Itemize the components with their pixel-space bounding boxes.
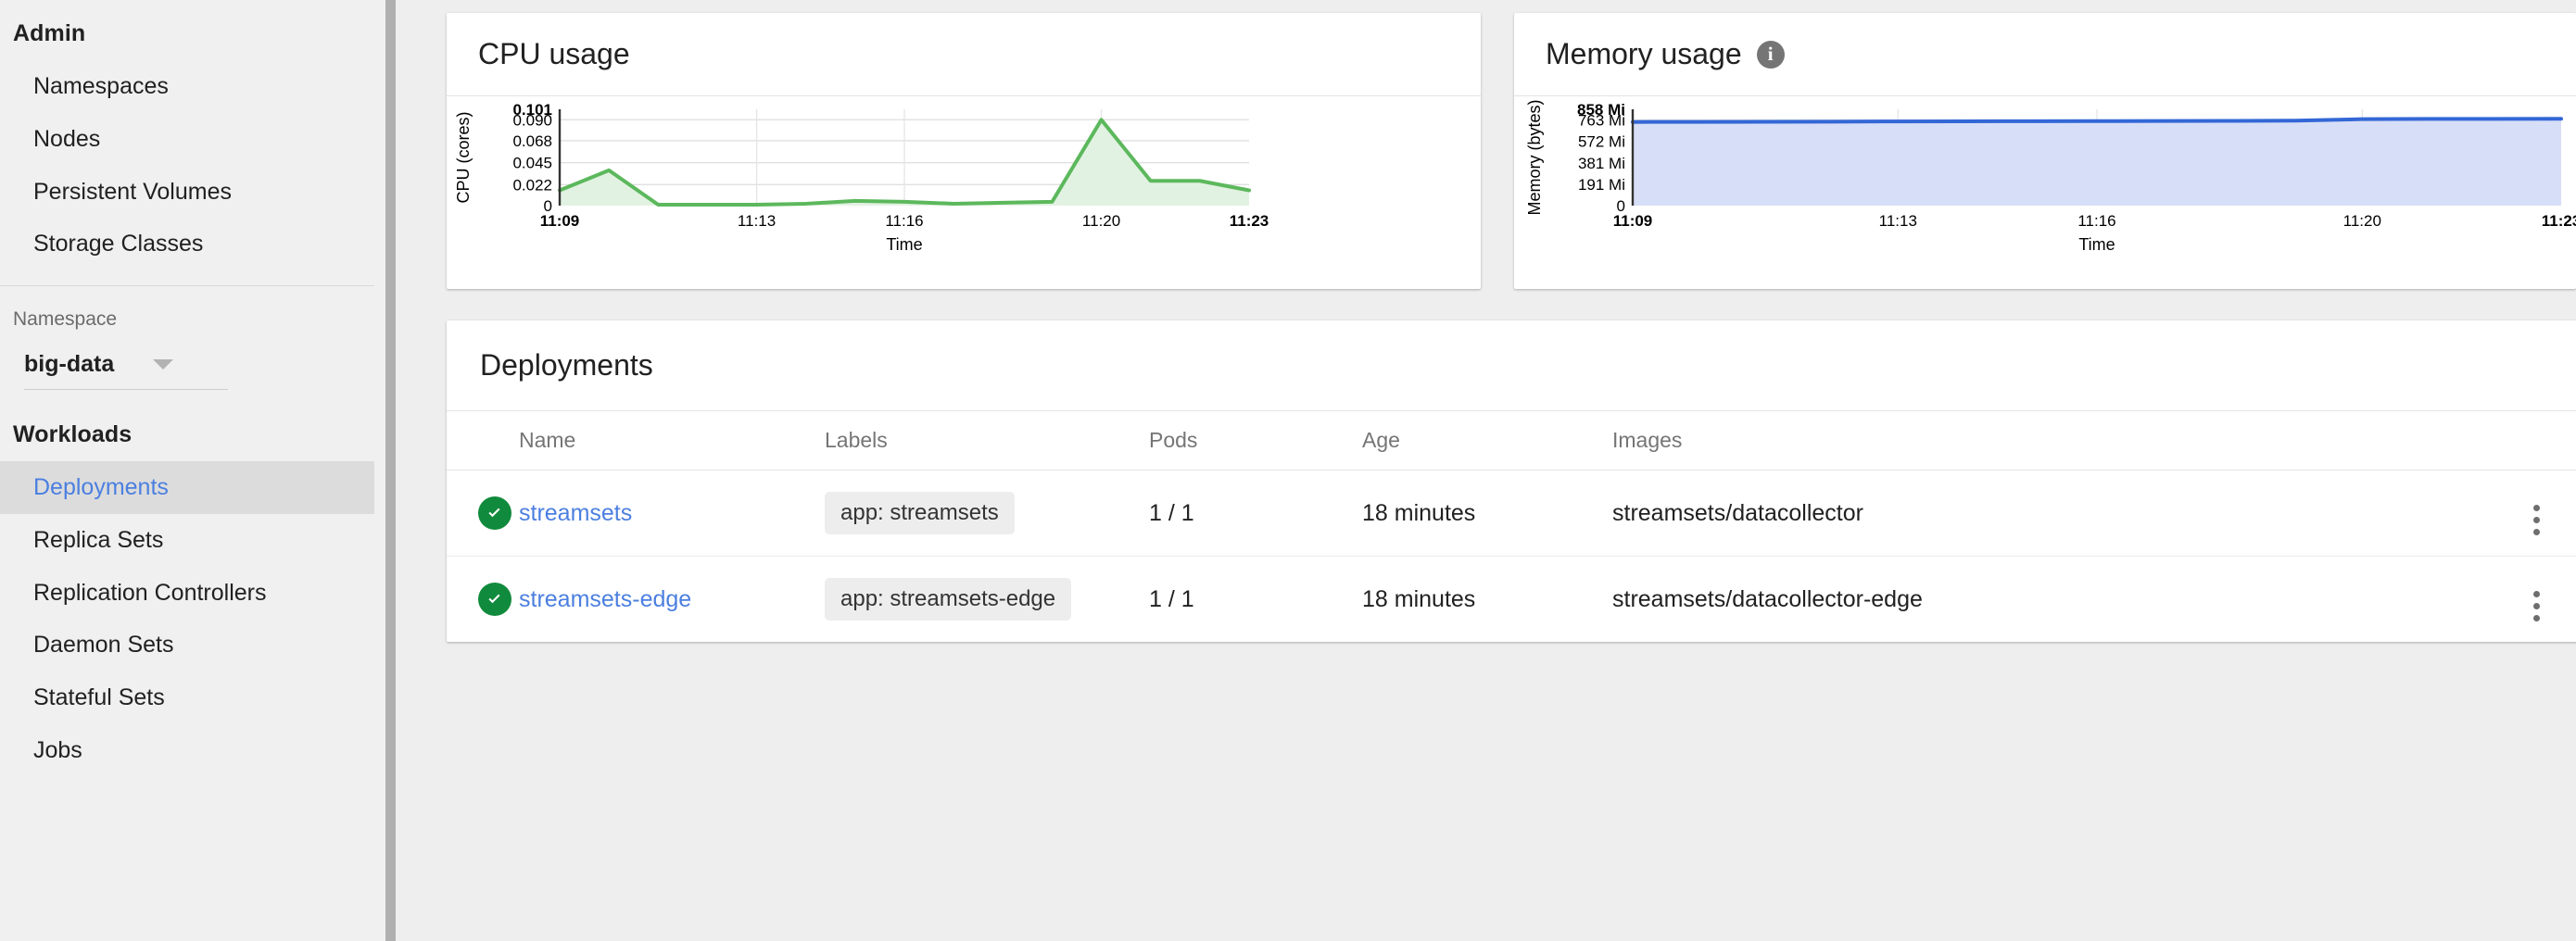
svg-text:11:23: 11:23 [1230, 212, 1269, 230]
label-chip[interactable]: app: streamsets-edge [825, 578, 1072, 621]
svg-text:Memory (bytes): Memory (bytes) [1525, 99, 1544, 215]
row-age-cell: 18 minutes [1362, 470, 1612, 557]
sidebar-item-daemon-sets[interactable]: Daemon Sets [0, 619, 397, 671]
deployments-table: Name Labels Pods Age Images streamsets a… [447, 410, 2576, 642]
sidebar-section-workloads: Workloads [13, 421, 133, 447]
svg-text:0.090: 0.090 [512, 111, 552, 129]
svg-text:11:16: 11:16 [2077, 212, 2115, 230]
namespace-select[interactable]: big-data [24, 351, 228, 390]
row-labels-cell: app: streamsets [825, 470, 1149, 557]
memory-usage-card: Memory usage i 858 Mi 763 Mi 572 Mi 381 Mi 1… [1514, 13, 2576, 289]
column-header-actions [2494, 410, 2576, 470]
cpu-card-header: CPU usage [447, 13, 1481, 96]
check-circle-icon [478, 583, 511, 616]
svg-text:11:09: 11:09 [1613, 212, 1653, 230]
charts-row: CPU usage 0.101 0.090 0.068 0.045 0.022 0 11:0… [447, 13, 2576, 289]
svg-text:11:23: 11:23 [2542, 212, 2576, 230]
sidebar-item-persistent-volumes[interactable]: Persistent Volumes [0, 166, 397, 219]
sidebar-item-storage-classes[interactable]: Storage Classes [0, 218, 397, 270]
svg-text:191 Mi: 191 Mi [1578, 176, 1625, 194]
sidebar-item-nodes[interactable]: Nodes [0, 113, 397, 166]
svg-text:11:09: 11:09 [540, 212, 580, 230]
svg-text:CPU (cores): CPU (cores) [454, 111, 473, 203]
svg-text:381 Mi: 381 Mi [1578, 155, 1625, 172]
svg-text:11:20: 11:20 [1082, 212, 1120, 230]
sidebar: Admin Namespaces Nodes Persistent Volume… [0, 0, 397, 941]
deployments-card: Deployments Name Labels Pods Age Images [447, 320, 2576, 642]
row-actions-cell[interactable] [2494, 470, 2576, 557]
sidebar-item-replication-controllers[interactable]: Replication Controllers [0, 567, 397, 620]
namespace-selected-value: big-data [24, 351, 115, 377]
deployment-link[interactable]: streamsets-edge [519, 586, 691, 612]
memory-usage-chart[interactable]: 858 Mi763 Mi572 Mi381 Mi191 Mi011:09 11:1… [1514, 96, 2576, 272]
column-header-labels[interactable]: Labels [825, 410, 1149, 470]
label-chip[interactable]: app: streamsets [825, 492, 1015, 534]
dashboard-root: Admin Namespaces Nodes Persistent Volume… [0, 0, 2576, 941]
svg-text:11:16: 11:16 [885, 212, 923, 230]
sidebar-item-namespaces[interactable]: Namespaces [0, 60, 397, 113]
column-header-images[interactable]: Images [1612, 410, 2494, 470]
svg-text:0.045: 0.045 [512, 155, 552, 172]
svg-text:0.022: 0.022 [512, 176, 552, 194]
svg-text:763 Mi: 763 Mi [1578, 112, 1625, 130]
svg-text:Time: Time [2078, 235, 2115, 254]
more-vert-icon[interactable] [2532, 591, 2540, 621]
svg-text:572 Mi: 572 Mi [1578, 133, 1625, 151]
deployments-title: Deployments [480, 348, 653, 382]
cpu-usage-card: CPU usage 0.101 0.090 0.068 0.045 0.022 0 11:0… [447, 13, 1481, 289]
cpu-chart-body: 0.101 0.090 0.068 0.045 0.022 0 11:09 11:13 11:1… [447, 96, 1481, 272]
more-vert-icon[interactable] [2532, 505, 2540, 535]
sidebar-item-replica-sets[interactable]: Replica Sets [0, 514, 397, 567]
sidebar-item-jobs[interactable]: Jobs [0, 724, 397, 777]
svg-text:0.068: 0.068 [512, 132, 552, 150]
deployment-link[interactable]: streamsets [519, 500, 632, 526]
sidebar-item-deployments[interactable]: Deployments [0, 461, 374, 514]
sidebar-scrollbar-thumb[interactable] [385, 0, 396, 941]
deployments-table-body: streamsets app: streamsets 1 / 1 18 minu… [447, 470, 2576, 643]
row-status-cell [447, 557, 519, 643]
table-row[interactable]: streamsets app: streamsets 1 / 1 18 minu… [447, 470, 2576, 557]
row-pods-cell: 1 / 1 [1149, 585, 1194, 612]
memory-chart-body: 858 Mi 763 Mi 572 Mi 381 Mi 191 Mi 0 11:09 11:1… [1514, 96, 2576, 272]
row-images-cell: streamsets/datacollector [1612, 470, 2494, 557]
info-icon[interactable]: i [1756, 40, 1785, 69]
svg-text:11:20: 11:20 [2343, 212, 2381, 230]
table-header-row: Name Labels Pods Age Images [447, 410, 2576, 470]
svg-text:11:13: 11:13 [1879, 212, 1917, 230]
row-pods-cell: 1 / 1 [1149, 470, 1362, 557]
column-header-status [447, 410, 519, 470]
column-header-name[interactable]: Name [519, 410, 825, 470]
svg-text:11:13: 11:13 [738, 212, 776, 230]
chevron-down-icon [153, 359, 174, 370]
row-age-cell: 18 minutes [1362, 585, 1476, 612]
check-circle-icon [478, 496, 511, 530]
cpu-card-title: CPU usage [478, 37, 630, 70]
memory-card-title: Memory usage [1546, 37, 1742, 70]
deployments-table-head: Name Labels Pods Age Images [447, 410, 2576, 470]
column-header-age[interactable]: Age [1362, 410, 1612, 470]
row-name-cell[interactable]: streamsets [519, 470, 825, 557]
main-content: CPU usage 0.101 0.090 0.068 0.045 0.022 0 11:0… [397, 0, 2576, 941]
row-actions-cell[interactable] [2494, 557, 2576, 643]
row-status-cell [447, 470, 519, 557]
column-header-pods[interactable]: Pods [1149, 410, 1362, 470]
row-name-cell[interactable]: streamsets-edge [519, 557, 825, 643]
row-images-cell: streamsets/datacollector-edge [1612, 585, 1923, 612]
table-row[interactable]: streamsets-edge app: streamsets-edge 1 /… [447, 557, 2576, 643]
cpu-usage-chart[interactable]: 0.1010.0900.0680.0450.022011:09 11:13 11:1… [447, 96, 1481, 272]
row-labels-cell: app: streamsets-edge [825, 557, 1149, 643]
sidebar-item-stateful-sets[interactable]: Stateful Sets [0, 671, 397, 724]
sidebar-section-admin: Admin [13, 20, 86, 46]
namespace-label: Namespace [13, 308, 118, 330]
svg-text:Time: Time [886, 235, 922, 254]
memory-card-header: Memory usage i [1514, 13, 2576, 96]
sidebar-scrollbar[interactable] [385, 0, 397, 941]
